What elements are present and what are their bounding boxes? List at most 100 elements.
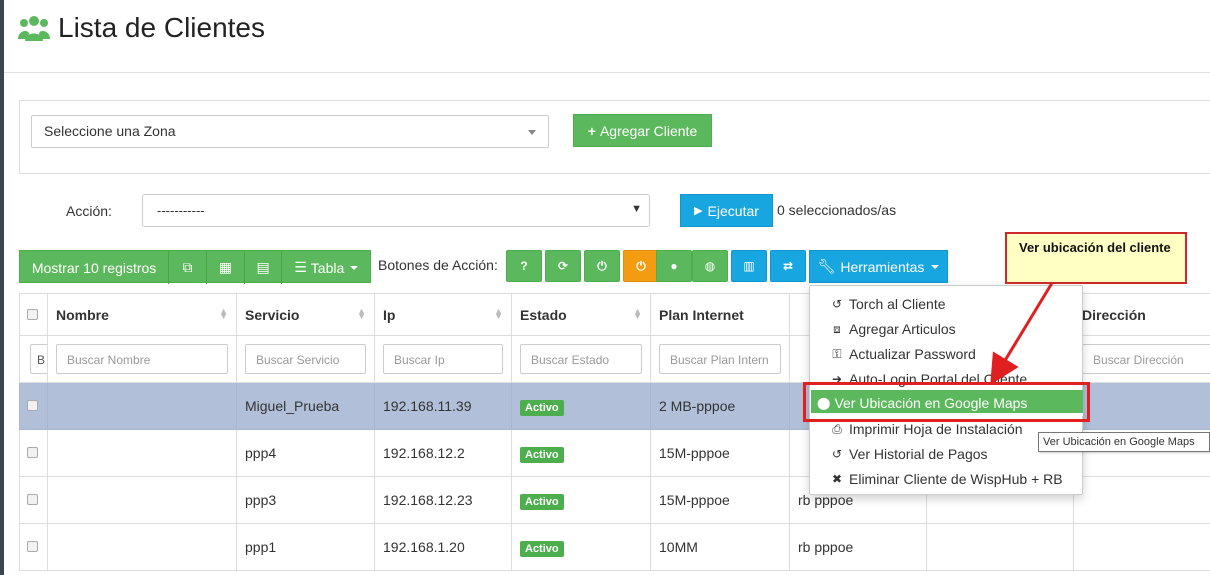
column-header-servicio[interactable]: Servicio ▲ ▼ <box>236 293 375 336</box>
page-title-text: Lista de Clientes <box>58 12 266 43</box>
print-icon: ⎙ <box>832 421 842 436</box>
menu-item-torch[interactable]: ↺ Torch al Cliente <box>829 296 946 312</box>
sort-icon: ▲ ▼ <box>219 306 228 321</box>
selected-count: 0 seleccionados/as <box>777 202 897 218</box>
power-off-icon[interactable]: ⏻ <box>623 250 659 282</box>
caret-icon <box>931 264 940 269</box>
menu-item-eliminar-cliente[interactable]: ✖ Eliminar Cliente de WispHub + RB <box>829 471 1063 487</box>
row-checkbox[interactable] <box>27 541 38 552</box>
cell-plan: 10MM <box>650 523 790 571</box>
herramientas-button[interactable]: 🔧︎ Herramientas <box>809 250 948 283</box>
table-toolbar: Mostrar 10 registros ⧉ ▦ ▤ ☰ Tabla <box>19 250 371 284</box>
annotation-callout: Ver ubicación del cliente <box>1005 232 1187 284</box>
filter-direccion-input[interactable]: Buscar Dirección <box>1082 344 1210 374</box>
cell-estado: Activo <box>511 523 651 571</box>
user-icon[interactable]: ● <box>656 250 692 282</box>
menu-item-auto-login[interactable]: ➜ Auto-Login Portal del Cliente <box>829 371 1027 387</box>
cell-ip: 192.168.1.20 <box>374 523 512 571</box>
sort-icon: ▲ ▼ <box>633 306 642 321</box>
menu-item-google-maps-content[interactable]: ⬤ Ver Ubicación en Google Maps <box>817 395 1027 411</box>
menu-item-label: Torch al Cliente <box>849 296 946 312</box>
column-label: Plan Internet <box>659 306 744 323</box>
action-select-value: ----------- <box>157 203 205 218</box>
menu-item-agregar-articulos[interactable]: ⧈ Agregar Articulos <box>829 321 955 337</box>
map-marker-icon: ⬤ <box>817 396 831 410</box>
power-icon[interactable]: ⏻ <box>584 250 620 282</box>
cell-ip: 192.168.12.23 <box>374 476 512 524</box>
refresh-icon[interactable]: ⟳ <box>545 250 581 282</box>
menu-item-actualizar-password[interactable]: ⚿ Actualizar Password <box>829 346 976 362</box>
row-checkbox[interactable] <box>27 447 38 458</box>
page-title: Lista de Clientes <box>18 12 265 44</box>
cell-plan: 15M-pppoe <box>650 429 790 477</box>
bar-chart-icon[interactable]: ▥ <box>731 250 767 282</box>
column-header-estado[interactable]: Estado ▲ ▼ <box>511 293 651 336</box>
execute-button[interactable]: ▶ Ejecutar <box>680 194 773 227</box>
copy-icon[interactable]: ⧉ <box>169 251 207 284</box>
history-icon: ↺ <box>831 447 843 461</box>
column-header-ip[interactable]: Ip ▲ ▼ <box>374 293 512 336</box>
cell-tipo: rb pppoe <box>789 523 927 571</box>
action-label: Acción: <box>66 203 112 219</box>
select-all-checkbox[interactable] <box>27 308 38 320</box>
column-header-nombre[interactable]: Nombre ▲ ▼ <box>47 293 237 336</box>
sort-icon: ▲ ▼ <box>357 306 366 321</box>
filter-servicio-input[interactable]: Buscar Servicio <box>245 344 366 374</box>
cell-estado: Activo <box>511 382 651 430</box>
menu-item-label: Actualizar Password <box>849 346 976 362</box>
column-header-direccion[interactable]: Dirección <box>1073 293 1210 336</box>
key-icon: ⚿ <box>832 346 842 361</box>
add-client-button[interactable]: + Agregar Cliente <box>573 114 712 147</box>
cell-servicio: ppp3 <box>236 476 375 524</box>
column-label: Estado <box>520 306 567 323</box>
column-label: Dirección <box>1082 306 1146 323</box>
cell-direccion <box>1073 523 1210 571</box>
cell-nombre <box>47 382 237 430</box>
show-records-button[interactable]: Mostrar 10 registros <box>20 251 170 284</box>
column-label: Nombre <box>56 306 109 323</box>
action-select[interactable]: ----------- ▼ <box>142 194 650 227</box>
excel-icon[interactable]: ▦ <box>207 251 245 284</box>
cell-servicio: ppp1 <box>236 523 375 571</box>
menu-item-historial-pagos[interactable]: ↺ Ver Historial de Pagos <box>829 446 988 462</box>
action-buttons-label: Botones de Acción: <box>378 257 498 273</box>
row-checkbox[interactable] <box>27 494 38 505</box>
menu-item-label: Imprimir Hoja de Instalación <box>849 421 1023 437</box>
cell-estado: Activo <box>511 429 651 477</box>
column-header-plan[interactable]: Plan Internet <box>650 293 790 336</box>
zone-select[interactable]: Seleccione una Zona <box>31 115 549 148</box>
filter-estado-input[interactable]: Buscar Estado <box>520 344 642 374</box>
sort-icon: ▲ ▼ <box>494 306 503 321</box>
column-label: Servicio <box>245 306 300 323</box>
cell-nombre <box>47 429 237 477</box>
row-checkbox[interactable] <box>27 400 38 411</box>
exchange-icon[interactable]: ⇄ <box>770 250 806 282</box>
filter-ip-input[interactable]: Buscar Ip <box>383 344 503 374</box>
filter-plan-input[interactable]: Buscar Plan Intern <box>659 344 781 374</box>
globe-icon[interactable]: ◍ <box>692 250 728 282</box>
status-badge: Activo <box>520 494 564 510</box>
dropdown-arrow-icon: ▼ <box>631 203 642 215</box>
users-icon <box>18 16 50 41</box>
menu-item-imprimir-hoja[interactable]: ⎙ Imprimir Hoja de Instalación <box>829 421 1023 437</box>
cell-plan: 15M-pppoe <box>650 476 790 524</box>
herramientas-label: Herramientas <box>840 258 925 275</box>
filter-first[interactable]: B <box>30 344 47 374</box>
help-icon[interactable]: ? <box>506 250 542 282</box>
add-client-label: Agregar Cliente <box>599 122 698 139</box>
csv-icon[interactable]: ▤ <box>245 251 283 284</box>
left-sidebar-edge <box>0 0 4 575</box>
cell-direccion <box>1073 382 1210 430</box>
history-icon: ↺ <box>831 297 843 311</box>
table-icon: ☰ <box>294 259 307 275</box>
filter-nombre-input[interactable]: Buscar Nombre <box>56 344 228 374</box>
status-badge: Activo <box>520 541 564 557</box>
show-records-label: Mostrar 10 registros <box>31 259 157 276</box>
table-row[interactable]: ppp1 192.168.1.20 Activo 10MM rb pppoe <box>19 523 1210 571</box>
select-all-header[interactable] <box>19 293 48 336</box>
tabla-button[interactable]: ☰ Tabla <box>282 251 370 284</box>
zone-select-value: Seleccione una Zona <box>44 123 176 139</box>
cell-ip: 192.168.11.39 <box>374 382 512 430</box>
cell-nombre <box>47 523 237 571</box>
chevron-down-icon <box>528 130 536 135</box>
